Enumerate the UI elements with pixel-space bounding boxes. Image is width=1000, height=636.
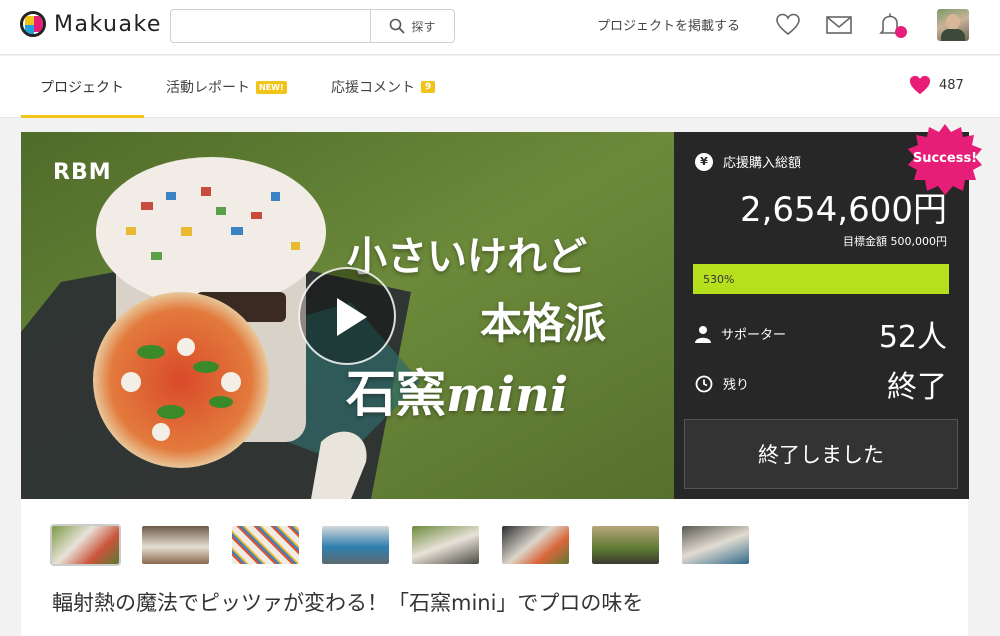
active-tab-indicator bbox=[21, 115, 144, 118]
brand-logo-text: RBM bbox=[53, 160, 112, 185]
person-icon bbox=[695, 325, 711, 343]
search-box: 探す bbox=[170, 9, 455, 43]
search-button[interactable]: 探す bbox=[370, 10, 454, 42]
progress-label: 530% bbox=[703, 272, 735, 286]
hero-title-line2: 本格派 bbox=[480, 299, 607, 348]
search-input[interactable] bbox=[171, 10, 370, 42]
makuake-logo[interactable]: Makuake bbox=[20, 11, 162, 37]
tab-comments-label: 応援コメント bbox=[331, 80, 415, 96]
messages-button[interactable] bbox=[825, 12, 852, 38]
remaining-row: 残り bbox=[695, 374, 749, 393]
tab-project[interactable]: プロジェクト bbox=[40, 56, 124, 118]
comment-count-badge: 9 bbox=[421, 81, 436, 93]
hero-title-line3: 石窯mini bbox=[346, 354, 568, 426]
tab-activity-report-label: 活動レポート bbox=[166, 80, 250, 96]
supporters-row: サポーター bbox=[695, 324, 786, 343]
supporters-label: サポーター bbox=[721, 328, 787, 343]
like-button[interactable]: 487 bbox=[908, 74, 964, 96]
gallery-thumbnail[interactable] bbox=[412, 526, 479, 564]
tab-activity-report[interactable]: 活動レポート NEW! bbox=[166, 56, 287, 118]
success-badge: Success! bbox=[907, 124, 983, 196]
project-ended-button[interactable]: 終了しました bbox=[684, 419, 958, 489]
tab-project-label: プロジェクト bbox=[40, 80, 124, 96]
hero-title-en: mini bbox=[446, 367, 569, 423]
avatar[interactable] bbox=[937, 9, 969, 41]
gallery-thumbnail[interactable] bbox=[682, 526, 749, 564]
play-button[interactable] bbox=[298, 267, 396, 365]
goal-amount: 目標金額 500,000円 bbox=[843, 235, 947, 248]
notification-dot bbox=[895, 26, 907, 38]
gallery-thumbnail[interactable] bbox=[142, 526, 209, 564]
tab-comments[interactable]: 応援コメント 9 bbox=[331, 56, 436, 118]
like-count: 487 bbox=[939, 77, 964, 93]
gallery-area: 輻射熱の魔法でピッツァが変わる！「石窯mini」でプロの味を bbox=[21, 499, 968, 636]
gallery-thumbnail[interactable] bbox=[50, 524, 121, 566]
remaining-label: 残り bbox=[723, 378, 750, 393]
hero-title-line1: 小さいけれど bbox=[347, 234, 587, 280]
gallery-thumbnail[interactable] bbox=[592, 526, 659, 564]
notifications-button[interactable] bbox=[877, 12, 907, 38]
gallery-thumbnail[interactable] bbox=[322, 526, 389, 564]
heart-filled-icon bbox=[909, 75, 931, 95]
gallery-thumbnail[interactable] bbox=[502, 526, 569, 564]
funding-progress-bar: 530% bbox=[693, 264, 949, 294]
project-title: 輻射熱の魔法でピッツァが変わる！「石窯mini」でプロの味を bbox=[52, 591, 644, 615]
post-project-link[interactable]: プロジェクトを掲載する bbox=[597, 15, 740, 34]
supporters-count: 52人 bbox=[878, 320, 947, 355]
gallery-thumbnail[interactable] bbox=[232, 526, 299, 564]
search-button-label: 探す bbox=[411, 19, 436, 34]
total-label-row: ¥ 応援購入総額 bbox=[695, 152, 801, 171]
heart-icon bbox=[776, 13, 800, 36]
remaining-value: 終了 bbox=[887, 370, 947, 405]
success-text: Success! bbox=[912, 151, 978, 166]
project-tabs: プロジェクト 活動レポート NEW! 応援コメント 9 487 bbox=[0, 56, 1000, 118]
clock-icon bbox=[695, 375, 713, 392]
top-header: Makuake 探す プロジェクトを掲載する bbox=[0, 0, 1000, 55]
logo-mark-icon bbox=[20, 11, 46, 37]
new-badge: NEW! bbox=[256, 80, 287, 94]
hero-title-jp: 石窯 bbox=[346, 365, 446, 423]
favorites-button[interactable] bbox=[775, 12, 801, 38]
progress-fill: 530% bbox=[693, 264, 949, 294]
search-icon bbox=[390, 18, 406, 34]
mail-icon bbox=[826, 16, 852, 34]
total-label: 応援購入総額 bbox=[723, 156, 802, 171]
logo-text: Makuake bbox=[54, 11, 162, 37]
yen-icon: ¥ bbox=[695, 152, 713, 171]
